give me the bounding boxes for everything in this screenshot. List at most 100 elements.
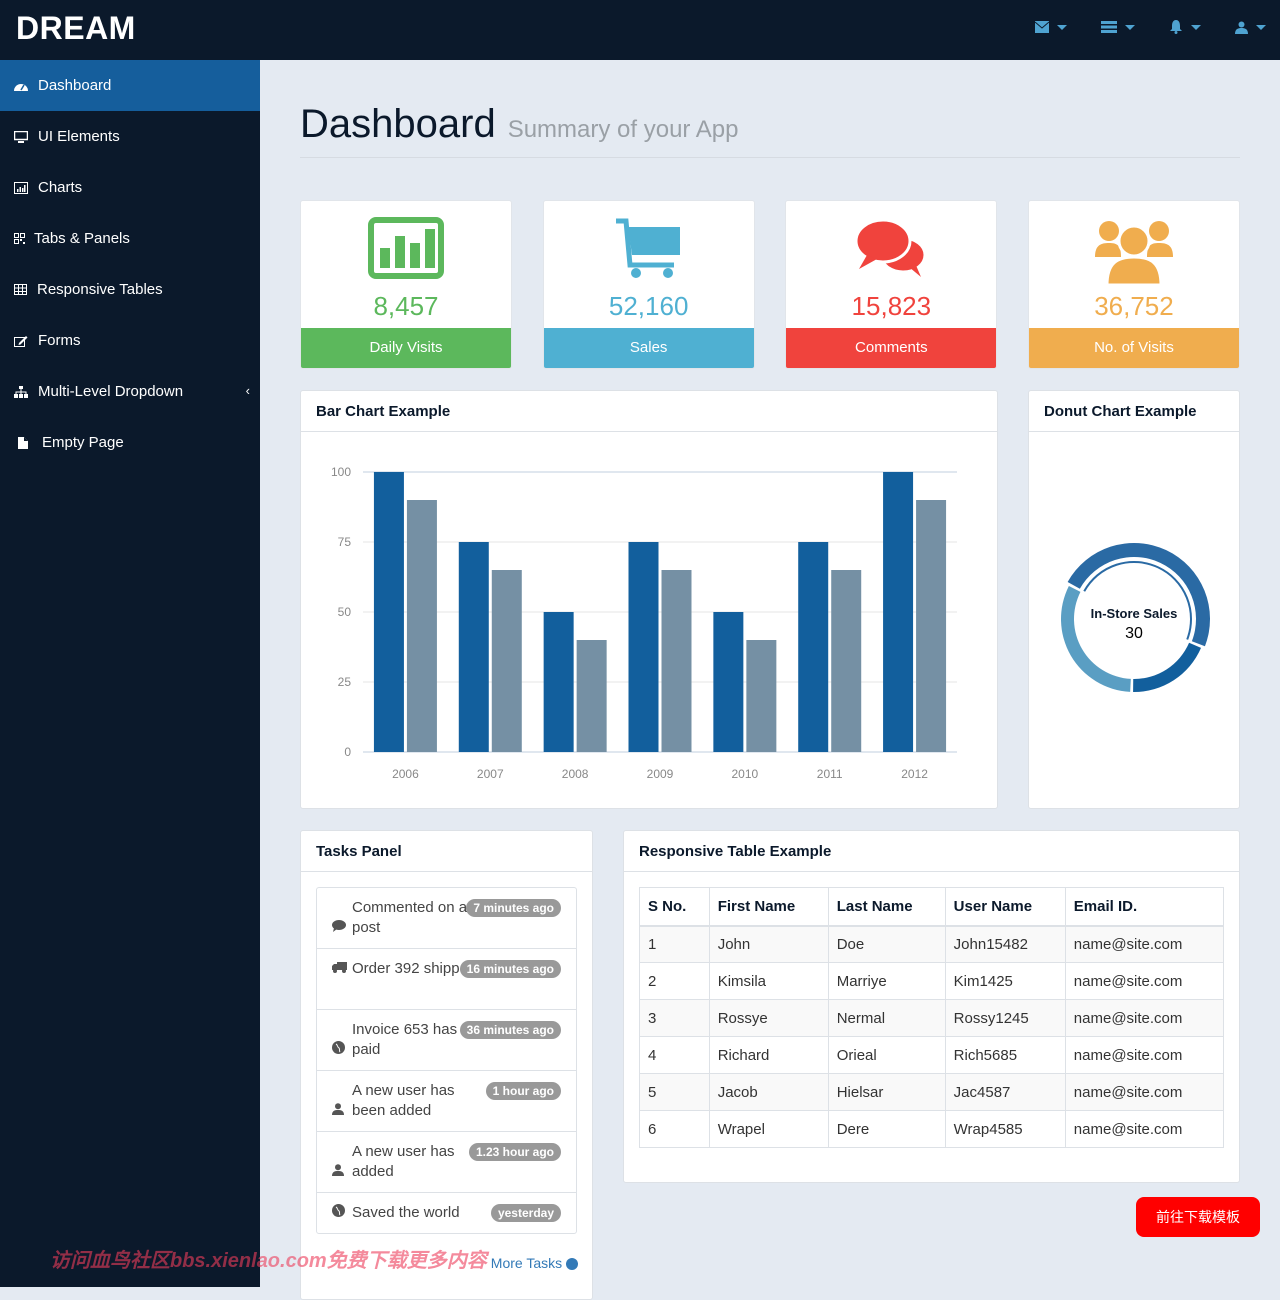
sidebar-item-label: Charts (38, 179, 83, 196)
sidebar-item-label: Responsive Tables (37, 281, 163, 298)
user-icon (332, 1162, 348, 1182)
more-tasks-link[interactable]: More Tasks (491, 1255, 578, 1271)
caret-down-icon (1191, 24, 1201, 30)
sitemap-icon (14, 385, 28, 398)
caret-down-icon (1125, 24, 1135, 30)
messages-dropdown[interactable] (1035, 20, 1067, 34)
task-item[interactable]: Saved the world yesterday (317, 1193, 576, 1233)
stat-label: Daily Visits (301, 328, 511, 368)
task-item[interactable]: Invoice 653 has paid 36 minutes ago (317, 1010, 576, 1071)
tasks-icon (1101, 21, 1117, 33)
table-cell: Richard (708, 1036, 829, 1074)
bar[interactable] (491, 570, 522, 752)
stat-card-sales[interactable]: 52,160 Sales (542, 200, 755, 369)
table-cell: Jac4587 (944, 1073, 1066, 1111)
x-tick-label: 2007 (477, 767, 504, 781)
truck-icon (332, 959, 348, 979)
user-dropdown[interactable] (1235, 20, 1266, 34)
donut-segment[interactable] (1061, 586, 1131, 692)
bar[interactable] (916, 500, 947, 752)
task-item[interactable]: Order 392 shipped 16 minutes ago (317, 949, 576, 1010)
sidebar-item-multi-level-dropdown[interactable]: Multi-Level Dropdown ‹ (0, 366, 260, 417)
sidebar-item-charts[interactable]: Charts (0, 162, 260, 213)
bar[interactable] (406, 500, 437, 752)
task-text: Commented on a post (352, 899, 468, 936)
bar[interactable] (576, 640, 607, 752)
sidebar: Dashboard UI Elements Charts Tabs & Pane… (0, 60, 260, 1287)
stat-card-comments[interactable]: 15,823 Comments (785, 200, 998, 369)
bar[interactable] (628, 542, 659, 752)
panel-title: Donut Chart Example (1029, 391, 1239, 432)
table-cell: 1 (639, 925, 710, 963)
table-cell: Marriye (827, 962, 946, 1000)
x-tick-label: 2008 (562, 767, 589, 781)
bar-chart: 0 25 50 75 100 2006 2007 2008 2009 2010 2011 2012 (331, 465, 957, 781)
y-tick-label: 100 (331, 465, 351, 479)
sidebar-item-label: Empty Page (42, 434, 124, 451)
y-tick-label: 50 (338, 605, 352, 619)
table-row[interactable]: 6 Wrapel Dere Wrap4585 name@site.com (639, 1110, 1225, 1148)
task-item[interactable]: A new user has been added 1 hour ago (317, 1071, 576, 1132)
table-cell: Doe (827, 925, 946, 963)
bar[interactable] (798, 542, 829, 752)
table-icon (14, 284, 27, 295)
table-row[interactable]: 1 John Doe John15482 name@site.com (639, 925, 1225, 963)
download-template-button[interactable]: 前往下载模板 (1136, 1197, 1260, 1237)
panel-title: Responsive Table Example (624, 831, 1239, 872)
sidebar-item-tabs-panels[interactable]: Tabs & Panels (0, 213, 260, 264)
table-cell: 6 (639, 1110, 710, 1148)
stat-card-daily-visits[interactable]: 8,457 Daily Visits (300, 200, 512, 369)
caret-down-icon (1057, 24, 1067, 30)
task-list: Commented on a post 7 minutes ago Order 39… (316, 887, 577, 1234)
donut-center-label: In-Store Sales (1091, 606, 1178, 621)
table-header-row: S No. First Name Last Name User Name Email I… (639, 887, 1225, 927)
sidebar-item-dashboard[interactable]: Dashboard (0, 60, 260, 111)
bar[interactable] (883, 472, 914, 752)
bar[interactable] (458, 542, 489, 752)
globe-icon (332, 1040, 348, 1060)
task-item[interactable]: Commented on a post 7 minutes ago (317, 888, 576, 949)
caret-down-icon (1256, 24, 1266, 30)
stat-card-visits[interactable]: 36,752 No. of Visits (1027, 200, 1240, 369)
comments-icon (855, 218, 927, 277)
tasks-dropdown[interactable] (1101, 20, 1135, 34)
dashboard-icon (14, 83, 28, 91)
alerts-dropdown[interactable] (1169, 20, 1201, 34)
top-navbar: DREAM (0, 0, 1280, 60)
table-cell: 4 (639, 1036, 710, 1074)
donut-segment[interactable] (1133, 642, 1202, 692)
bar[interactable] (543, 612, 574, 752)
table-cell: name@site.com (1064, 1110, 1225, 1148)
bar[interactable] (746, 640, 777, 752)
table-row[interactable]: 5 Jacob Hielsar Jac4587 name@site.com (639, 1073, 1225, 1111)
bar[interactable] (831, 570, 862, 752)
sidebar-item-responsive-tables[interactable]: Responsive Tables (0, 264, 260, 315)
table-row[interactable]: 3 Rossye Nermal Rossy1245 name@site.com (639, 999, 1225, 1037)
main-content: Dashboard Summary of your App 8,457 Dail… (300, 60, 1240, 1300)
table-cell: name@site.com (1064, 962, 1225, 1000)
user-icon (1235, 21, 1248, 34)
table-cell: Kim1425 (944, 962, 1066, 1000)
y-tick-label: 25 (338, 675, 352, 689)
sidebar-item-empty-page[interactable]: Empty Page (0, 417, 260, 468)
table-cell: Wrapel (708, 1110, 829, 1148)
table-cell: Kimsila (708, 962, 829, 1000)
table-cell: name@site.com (1064, 1073, 1225, 1111)
task-text: A new user has been added (352, 1082, 455, 1119)
watermark-text: 访问血鸟社区bbs.xienlao.com免费下载更多内容 (50, 1250, 487, 1272)
task-item[interactable]: A new user has added 1.23 hour ago (317, 1132, 576, 1193)
table-cell: 2 (639, 962, 710, 1000)
sidebar-item-label: Forms (38, 332, 81, 349)
stat-value: 36,752 (1094, 291, 1174, 321)
sidebar-item-label: UI Elements (38, 128, 120, 145)
edit-icon (14, 335, 28, 347)
bar[interactable] (661, 570, 692, 752)
sidebar-item-label: Multi-Level Dropdown (38, 383, 184, 400)
bar[interactable] (713, 612, 744, 752)
brand-logo[interactable]: DREAM (16, 10, 136, 47)
sidebar-item-forms[interactable]: Forms (0, 315, 260, 366)
table-row[interactable]: 2 Kimsila Marriye Kim1425 name@site.com (639, 962, 1225, 1000)
table-row[interactable]: 4 Richard Orieal Rich5685 name@site.com (639, 1036, 1225, 1074)
bar[interactable] (373, 472, 404, 752)
sidebar-item-ui-elements[interactable]: UI Elements (0, 111, 260, 162)
